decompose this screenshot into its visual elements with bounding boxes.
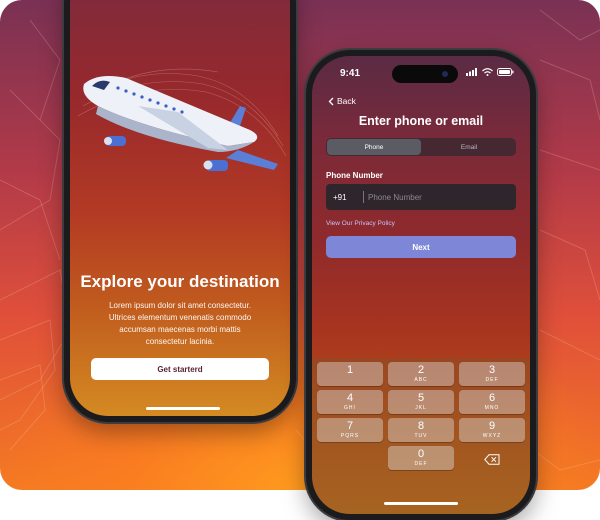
key-0[interactable]: 0 DEF <box>388 446 454 470</box>
key-letters: TUV <box>414 433 428 439</box>
back-label: Back <box>337 96 356 106</box>
key-letters: DEF <box>485 377 499 383</box>
key-letters: DEF <box>414 461 428 467</box>
key-letters: GHI <box>344 405 356 411</box>
privacy-policy-link[interactable]: View Our Privacy Policy <box>326 220 395 227</box>
key-letters: ABC <box>414 377 428 383</box>
get-started-button[interactable]: Get starterd <box>91 358 269 380</box>
key-9[interactable]: 9 WXYZ <box>459 418 525 442</box>
key-digit: 4 <box>346 392 354 404</box>
key-5[interactable]: 5 JKL <box>388 390 454 414</box>
back-button[interactable]: Back <box>328 96 356 106</box>
key-8[interactable]: 8 TUV <box>388 418 454 442</box>
key-digit: 9 <box>488 420 496 432</box>
key-digit: 0 <box>417 448 425 460</box>
onboarding-screen: Explore your destination Lorem ipsum dol… <box>70 0 290 416</box>
battery-icon <box>497 68 514 76</box>
status-time: 9:41 <box>340 68 361 79</box>
key-4[interactable]: 4 GHI <box>317 390 383 414</box>
key-digit: 2 <box>417 364 425 376</box>
chevron-left-icon <box>328 97 334 105</box>
key-letters: PQRS <box>340 433 360 439</box>
key-letters: JKL <box>415 405 427 411</box>
key-digit: 6 <box>488 392 496 404</box>
key-2[interactable]: 2 ABC <box>388 362 454 386</box>
key-letters: WXYZ <box>482 433 502 439</box>
signal-icon <box>466 68 477 76</box>
camera-dot <box>442 71 448 77</box>
key-digit: 5 <box>417 392 425 404</box>
contact-method-toggle: Phone Email <box>326 138 516 156</box>
status-icons <box>466 68 514 76</box>
home-indicator <box>384 502 458 505</box>
key-3[interactable]: 3 DEF <box>459 362 525 386</box>
country-code-select[interactable]: +91 <box>326 193 363 202</box>
tab-phone[interactable]: Phone <box>327 139 421 155</box>
key-letters: MNO <box>484 405 500 411</box>
onboarding-description: Lorem ipsum dolor sit amet consectetur. … <box>108 301 252 346</box>
numeric-keypad: 1 2 ABC 3 DEF 4 GHI 5 JKL 6 MNO 7 PQRS 8… <box>312 358 530 514</box>
onboarding-title: Explore your destination <box>80 272 280 291</box>
login-phone: 9:41 Back Enter phone or email Phone Ema… <box>306 50 536 520</box>
phone-number-input[interactable] <box>364 191 516 203</box>
key-6[interactable]: 6 MNO <box>459 390 525 414</box>
key-digit: 1 <box>346 364 354 376</box>
key-1[interactable]: 1 <box>317 362 383 386</box>
key-digit: 8 <box>417 420 425 432</box>
login-title: Enter phone or email <box>358 114 484 128</box>
phone-field: +91 <box>326 184 516 210</box>
onboarding-phone: Explore your destination Lorem ipsum dol… <box>64 0 296 422</box>
dynamic-island <box>392 65 458 83</box>
next-button[interactable]: Next <box>326 236 516 258</box>
key-digit: 3 <box>488 364 496 376</box>
login-screen: 9:41 Back Enter phone or email Phone Ema… <box>312 56 530 514</box>
home-indicator <box>146 407 220 410</box>
phone-field-label: Phone Number <box>326 171 383 180</box>
backspace-icon <box>484 453 500 465</box>
wifi-icon <box>482 68 493 76</box>
airplane-illustration <box>78 68 286 171</box>
key-7[interactable]: 7 PQRS <box>317 418 383 442</box>
delete-key[interactable] <box>459 447 525 471</box>
tab-email[interactable]: Email <box>422 138 516 156</box>
key-digit: 7 <box>346 420 354 432</box>
